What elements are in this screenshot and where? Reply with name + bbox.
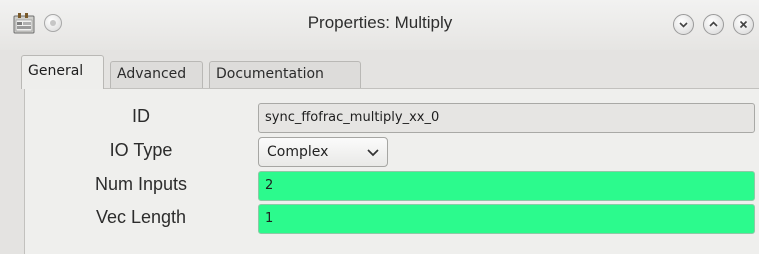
vec-length-field[interactable]: 1 (258, 204, 755, 234)
id-label: ID (132, 106, 150, 126)
num-inputs-label: Num Inputs (94, 174, 188, 194)
close-button[interactable] (733, 14, 754, 35)
close-icon (739, 20, 748, 29)
id-field[interactable]: sync_ffofrac_multiply_xx_0 (258, 103, 755, 133)
system-menu-icon[interactable] (44, 14, 62, 32)
title-bar: Properties: Multiply (0, 0, 759, 50)
app-window-icon[interactable] (13, 12, 35, 34)
tab-bar: General Advanced Documentation (0, 50, 759, 89)
tab-documentation[interactable]: Documentation (209, 61, 361, 88)
io-type-label: IO Type (109, 140, 173, 160)
tab-general[interactable]: General (21, 55, 104, 89)
io-type-select[interactable]: Complex (258, 137, 388, 167)
chevron-down-icon (367, 149, 379, 157)
minimize-button[interactable] (673, 14, 694, 35)
window-title: Properties: Multiply (307, 13, 453, 32)
tab-advanced[interactable]: Advanced (110, 61, 203, 88)
io-type-value: Complex (267, 144, 329, 160)
vec-length-label: Vec Length (95, 207, 187, 227)
chevron-down-icon (679, 22, 688, 28)
num-inputs-field[interactable]: 2 (258, 171, 755, 201)
chevron-up-icon (709, 21, 718, 27)
maximize-button[interactable] (703, 14, 724, 35)
